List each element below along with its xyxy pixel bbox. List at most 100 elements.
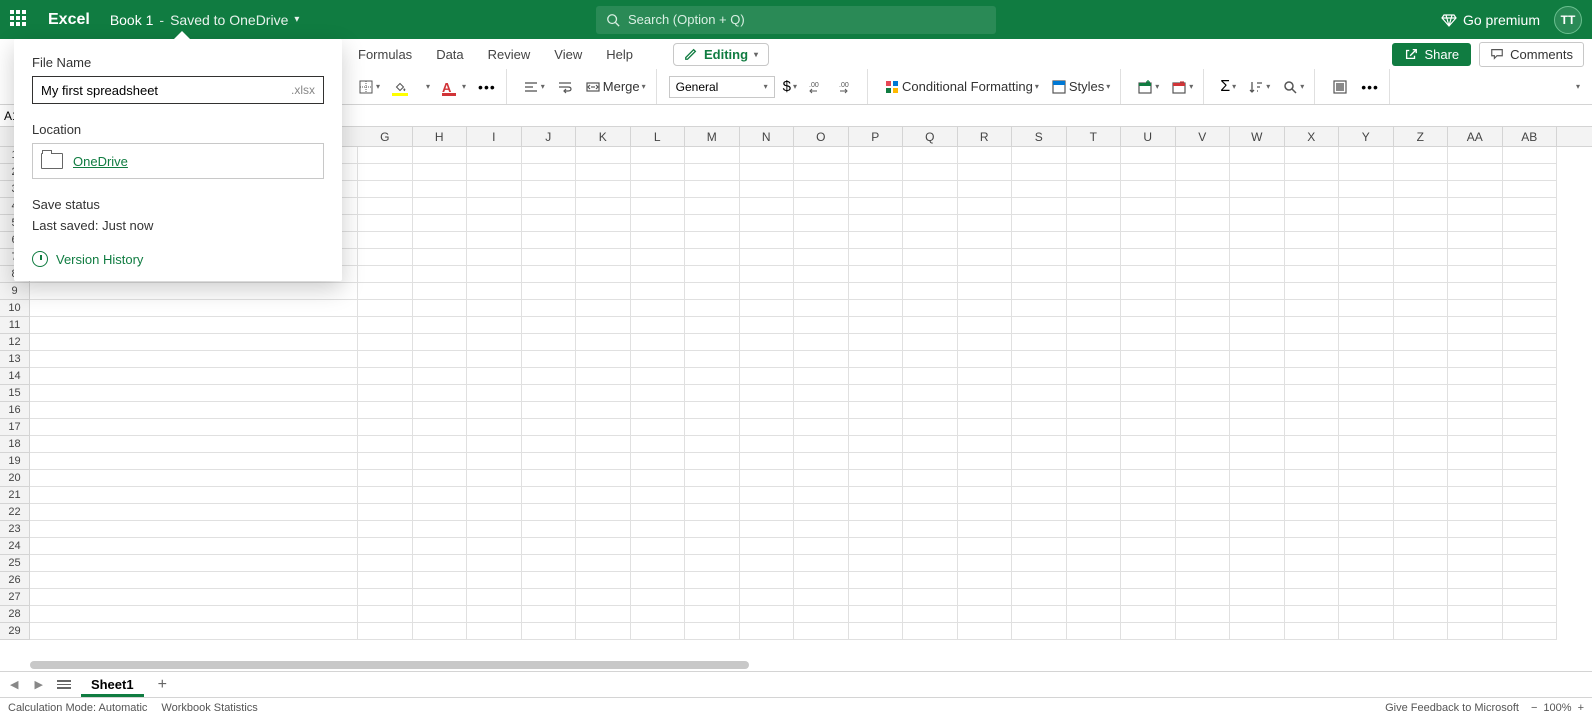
column-header[interactable]: V	[1176, 127, 1231, 146]
cell[interactable]	[1176, 351, 1231, 368]
cell[interactable]	[1176, 232, 1231, 249]
cell[interactable]	[794, 623, 849, 640]
cell[interactable]	[685, 368, 740, 385]
increase-decimal-button[interactable]: .00	[835, 76, 861, 98]
font-color-button[interactable]: A▾	[438, 77, 470, 97]
cell[interactable]	[849, 232, 904, 249]
cell[interactable]	[358, 249, 413, 266]
cell[interactable]	[1121, 504, 1176, 521]
cell[interactable]	[1067, 198, 1122, 215]
currency-button[interactable]: $▾	[779, 75, 801, 98]
cell[interactable]	[1176, 283, 1231, 300]
cell[interactable]	[522, 504, 577, 521]
cell[interactable]	[631, 436, 686, 453]
cell[interactable]	[358, 521, 413, 538]
cell[interactable]	[794, 215, 849, 232]
cell[interactable]	[740, 402, 795, 419]
cell[interactable]	[685, 266, 740, 283]
cell[interactable]	[1012, 589, 1067, 606]
cell[interactable]	[1503, 266, 1558, 283]
cell[interactable]	[1394, 232, 1449, 249]
cell[interactable]	[1285, 368, 1340, 385]
cell[interactable]	[794, 351, 849, 368]
cell[interactable]	[1176, 419, 1231, 436]
cell[interactable]	[358, 147, 413, 164]
cell[interactable]	[576, 147, 631, 164]
cell[interactable]	[467, 147, 522, 164]
cell[interactable]	[958, 470, 1013, 487]
tab-data[interactable]: Data	[426, 43, 473, 66]
cell[interactable]	[1176, 538, 1231, 555]
cell[interactable]	[1121, 334, 1176, 351]
cell[interactable]	[358, 555, 413, 572]
cell[interactable]	[1121, 232, 1176, 249]
cell[interactable]	[740, 249, 795, 266]
cell[interactable]	[467, 453, 522, 470]
comments-button[interactable]: Comments	[1479, 42, 1584, 67]
cell[interactable]	[1285, 521, 1340, 538]
cell[interactable]	[1394, 538, 1449, 555]
cell[interactable]	[522, 436, 577, 453]
cell[interactable]	[849, 147, 904, 164]
cell[interactable]	[740, 147, 795, 164]
cell[interactable]	[576, 266, 631, 283]
sheet-tab-active[interactable]: Sheet1	[81, 673, 144, 697]
cell[interactable]	[1285, 181, 1340, 198]
cell[interactable]	[849, 385, 904, 402]
cell[interactable]	[1448, 521, 1503, 538]
cell[interactable]	[1394, 385, 1449, 402]
cell[interactable]	[631, 470, 686, 487]
cell[interactable]	[631, 572, 686, 589]
cell[interactable]	[631, 249, 686, 266]
cell[interactable]	[685, 470, 740, 487]
cell[interactable]	[903, 555, 958, 572]
cell[interactable]	[794, 589, 849, 606]
cell[interactable]	[1230, 572, 1285, 589]
cell[interactable]	[849, 249, 904, 266]
cell[interactable]	[413, 521, 468, 538]
cell[interactable]	[1503, 555, 1558, 572]
cell[interactable]	[576, 351, 631, 368]
column-header[interactable]: AB	[1503, 127, 1558, 146]
cell[interactable]	[1394, 487, 1449, 504]
cell[interactable]	[1230, 504, 1285, 521]
cell[interactable]	[522, 266, 577, 283]
cell[interactable]	[903, 487, 958, 504]
cell[interactable]	[522, 402, 577, 419]
cell[interactable]	[358, 606, 413, 623]
cell[interactable]	[1285, 555, 1340, 572]
cell[interactable]	[1448, 589, 1503, 606]
cell[interactable]	[1339, 147, 1394, 164]
cell[interactable]	[522, 198, 577, 215]
cell[interactable]	[1067, 402, 1122, 419]
cell[interactable]	[576, 334, 631, 351]
cell[interactable]	[849, 283, 904, 300]
decrease-decimal-button[interactable]: .00	[805, 76, 831, 98]
cell[interactable]	[958, 283, 1013, 300]
column-header[interactable]: L	[631, 127, 686, 146]
cell[interactable]	[576, 198, 631, 215]
tab-formulas[interactable]: Formulas	[348, 43, 422, 66]
cell[interactable]	[1285, 283, 1340, 300]
cell[interactable]	[1230, 181, 1285, 198]
cell[interactable]	[740, 334, 795, 351]
cell[interactable]	[1448, 283, 1503, 300]
cell[interactable]	[1012, 266, 1067, 283]
cell[interactable]	[467, 436, 522, 453]
cell[interactable]	[1230, 402, 1285, 419]
cell[interactable]	[1230, 198, 1285, 215]
cell[interactable]	[849, 164, 904, 181]
cell[interactable]	[794, 538, 849, 555]
cell[interactable]	[1503, 504, 1558, 521]
row-header[interactable]: 10	[0, 300, 30, 317]
cell[interactable]	[1339, 504, 1394, 521]
cell[interactable]	[1176, 249, 1231, 266]
cell[interactable]	[467, 317, 522, 334]
cell[interactable]	[685, 147, 740, 164]
row-header[interactable]: 24	[0, 538, 30, 555]
cell[interactable]	[903, 504, 958, 521]
cell[interactable]	[1394, 181, 1449, 198]
cell[interactable]	[849, 198, 904, 215]
cell[interactable]	[794, 232, 849, 249]
cell[interactable]	[358, 538, 413, 555]
